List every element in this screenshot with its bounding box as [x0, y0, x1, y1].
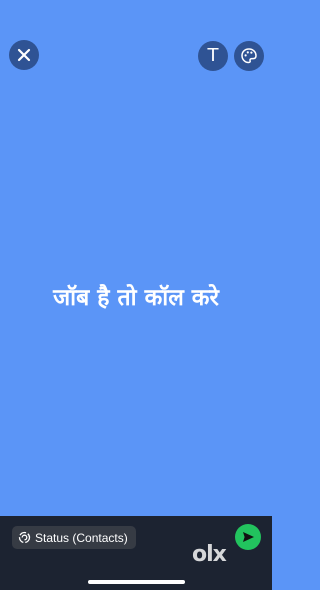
audience-label: Status (Contacts) — [35, 530, 128, 545]
status-icon — [18, 531, 31, 544]
close-icon — [17, 48, 31, 62]
text-tool-icon: T — [207, 45, 219, 66]
bottom-bar: Status (Contacts) olx — [0, 516, 272, 590]
status-text[interactable]: जॉब है तो कॉल करे — [0, 278, 272, 318]
color-palette-button[interactable] — [234, 41, 264, 71]
send-icon — [243, 532, 254, 542]
close-button[interactable] — [9, 40, 39, 70]
send-button[interactable] — [235, 524, 261, 550]
palette-icon — [241, 48, 257, 64]
audience-selector[interactable]: Status (Contacts) — [12, 526, 136, 549]
status-canvas[interactable]: T जॉब है तो कॉल करे — [0, 0, 272, 516]
olx-watermark: olx — [192, 542, 227, 567]
home-indicator[interactable] — [88, 580, 185, 584]
text-tool-button[interactable]: T — [198, 41, 228, 71]
